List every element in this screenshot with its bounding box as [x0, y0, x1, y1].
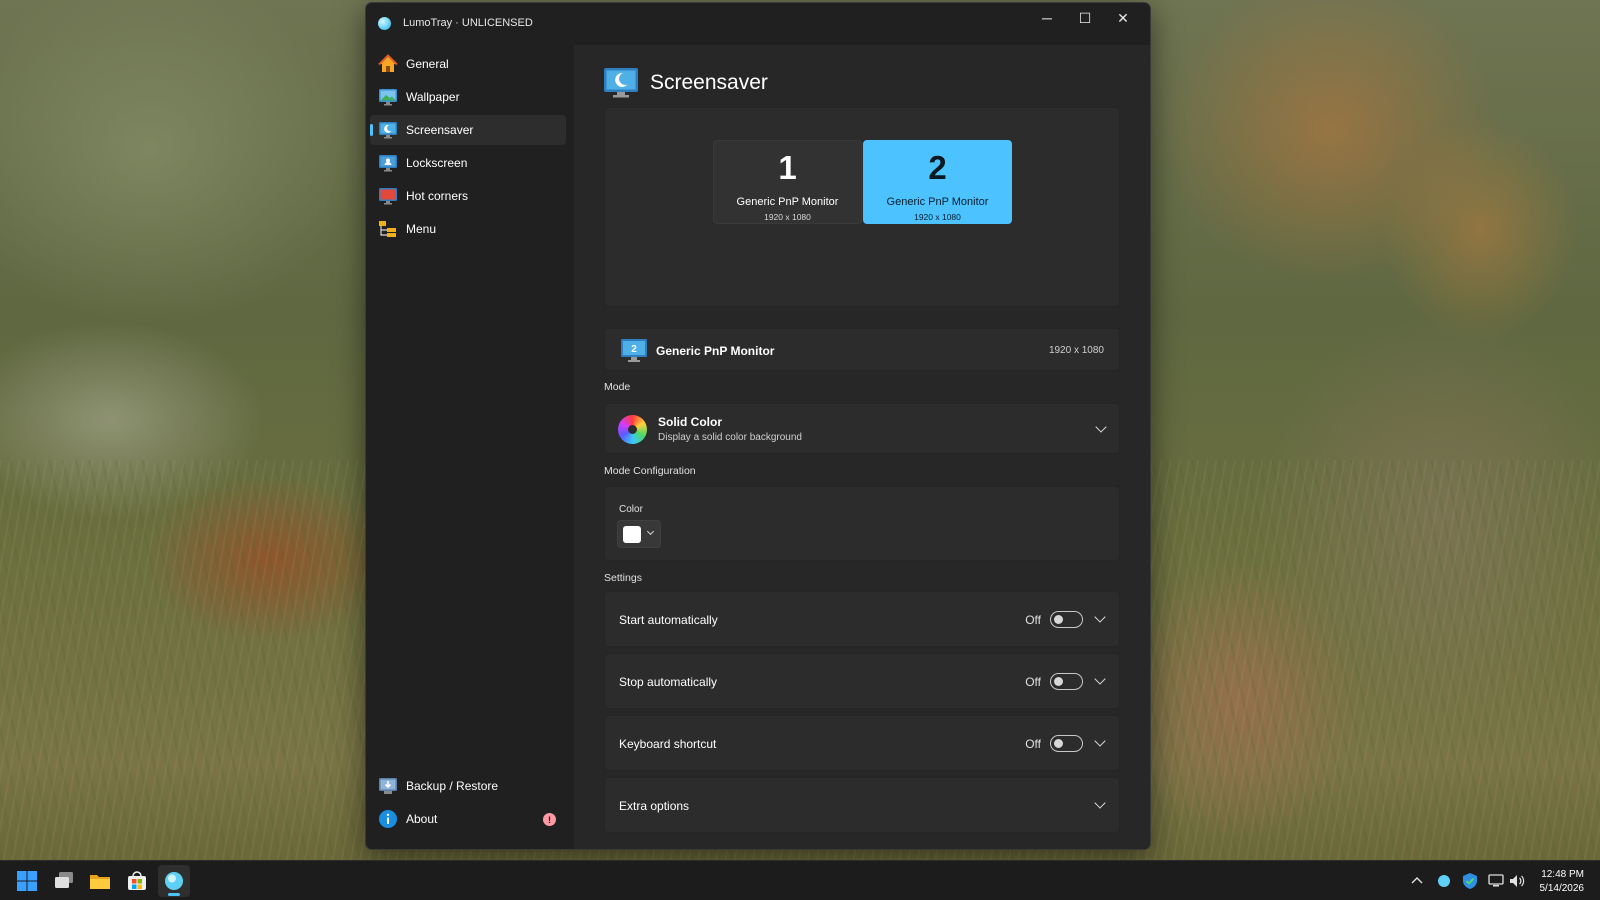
sidebar-item-about[interactable]: About ! — [370, 804, 566, 834]
minimize-button[interactable]: ─ — [1028, 3, 1066, 33]
volume-icon[interactable] — [1508, 872, 1526, 890]
toggle-knob — [1054, 615, 1063, 624]
hot-corners-icon — [379, 188, 397, 205]
toggle-knob — [1054, 739, 1063, 748]
mode-configuration-card: Color — [604, 486, 1120, 561]
monitor-name: Generic PnP Monitor — [886, 196, 989, 208]
settings-section-label: Settings — [604, 572, 642, 584]
lumotray-tray-icon[interactable] — [1435, 872, 1453, 890]
app-window: LumoTray · UNLICENSED ─ ☐ ✕ General Wall… — [365, 2, 1151, 850]
network-icon[interactable] — [1487, 872, 1505, 890]
color-swatch — [623, 526, 641, 543]
setting-state: Off — [1025, 613, 1041, 627]
monitor-2-tile[interactable]: 2 Generic PnP Monitor 1920 x 1080 — [863, 140, 1012, 224]
chevron-down-icon[interactable] — [1094, 611, 1106, 623]
monitor-resolution: 1920 x 1080 — [914, 212, 961, 222]
color-picker-button[interactable] — [617, 520, 661, 548]
setting-label: Stop automatically — [619, 675, 718, 689]
setting-start-automatically[interactable]: Start automatically Off — [604, 591, 1120, 647]
main-content: Screensaver 1 Generic PnP Monitor 1920 x… — [574, 45, 1150, 849]
sidebar-item-hot-corners[interactable]: Hot corners — [370, 181, 566, 211]
sidebar-item-label: Lockscreen — [406, 156, 468, 170]
chevron-down-icon — [1095, 421, 1107, 433]
system-clock[interactable]: 12:48 PM 5/14/2026 — [1540, 868, 1585, 896]
sidebar-item-backup-restore[interactable]: Backup / Restore — [370, 771, 566, 801]
keyboard-shortcut-toggle[interactable] — [1050, 735, 1083, 752]
monitor-number: 1 — [778, 149, 797, 186]
wallpaper-icon — [379, 89, 397, 106]
mode-config-section-label: Mode Configuration — [604, 465, 696, 477]
selected-monitor-resolution: 1920 x 1080 — [1048, 345, 1104, 356]
color-label: Color — [619, 504, 643, 515]
selected-monitor-number: 2 — [631, 344, 637, 355]
lumotray-icon — [165, 872, 183, 890]
window-title: LumoTray · UNLICENSED — [403, 17, 533, 29]
monitor-number: 2 — [928, 149, 947, 186]
notification-badge: ! — [543, 813, 556, 826]
mode-description: Display a solid color background — [658, 432, 802, 443]
screensaver-icon — [379, 122, 397, 139]
maximize-button[interactable]: ☐ — [1066, 3, 1104, 33]
monitor-layout-panel: 1 Generic PnP Monitor 1920 x 1080 2 Gene… — [604, 107, 1120, 307]
sidebar-item-label: About — [406, 812, 438, 826]
chevron-up-icon[interactable] — [1408, 872, 1426, 890]
sidebar-item-menu[interactable]: Menu — [370, 214, 566, 244]
sidebar-item-wallpaper[interactable]: Wallpaper — [370, 82, 566, 112]
taskbar: 12:48 PM 5/14/2026 — [0, 860, 1600, 900]
lockscreen-icon — [379, 155, 397, 172]
task-view-icon[interactable] — [53, 870, 75, 892]
store-icon[interactable] — [126, 870, 148, 892]
menu-icon — [379, 221, 396, 237]
sidebar-item-lockscreen[interactable]: Lockscreen — [370, 148, 566, 178]
setting-stop-automatically[interactable]: Stop automatically Off — [604, 653, 1120, 709]
info-icon — [379, 810, 397, 828]
sidebar-item-label: Hot corners — [406, 189, 469, 203]
sidebar-item-label: Backup / Restore — [406, 779, 499, 793]
monitor-resolution: 1920 x 1080 — [764, 212, 811, 222]
stop-automatically-toggle[interactable] — [1050, 673, 1083, 690]
backup-icon — [379, 778, 397, 794]
sidebar-item-label: Wallpaper — [406, 90, 460, 104]
sidebar-item-label: Screensaver — [406, 123, 474, 137]
chevron-down-icon — [646, 527, 655, 536]
setting-state: Off — [1025, 675, 1041, 689]
setting-label: Keyboard shortcut — [619, 737, 717, 751]
close-button[interactable]: ✕ — [1104, 3, 1142, 33]
sidebar: General Wallpaper Screensaver Lockscreen… — [366, 45, 574, 849]
color-wheel-icon — [618, 415, 647, 444]
lumotray-taskbar-button[interactable] — [158, 865, 190, 897]
sidebar-item-label: General — [406, 57, 449, 71]
mode-dropdown[interactable]: Solid Color Display a solid color backgr… — [604, 403, 1120, 454]
toggle-knob — [1054, 677, 1063, 686]
sidebar-item-label: Menu — [406, 222, 437, 236]
start-automatically-toggle[interactable] — [1050, 611, 1083, 628]
sidebar-item-screensaver[interactable]: Screensaver — [370, 115, 566, 145]
clock-date: 5/14/2026 — [1539, 883, 1585, 894]
setting-state: Off — [1025, 737, 1041, 751]
security-icon[interactable] — [1461, 872, 1479, 890]
page-title: Screensaver — [650, 71, 768, 94]
monitor-icon: 2 — [621, 339, 647, 362]
selected-monitor-name: Generic PnP Monitor — [656, 344, 775, 358]
monitor-1-tile[interactable]: 1 Generic PnP Monitor 1920 x 1080 — [713, 140, 862, 224]
monitor-name: Generic PnP Monitor — [736, 196, 839, 208]
setting-extra-options[interactable]: Extra options — [604, 777, 1120, 833]
file-explorer-icon[interactable] — [89, 870, 111, 892]
clock-time: 12:48 PM — [1541, 869, 1584, 880]
screensaver-page-icon — [604, 68, 638, 98]
chevron-down-icon[interactable] — [1094, 673, 1106, 685]
start-icon[interactable] — [16, 870, 38, 892]
mode-title: Solid Color — [658, 415, 722, 429]
chevron-down-icon[interactable] — [1094, 735, 1106, 747]
app-logo-icon — [378, 17, 391, 30]
setting-label: Extra options — [619, 799, 690, 813]
sidebar-item-general[interactable]: General — [370, 49, 566, 79]
chevron-down-icon[interactable] — [1094, 797, 1106, 809]
home-icon — [378, 54, 398, 72]
mode-section-label: Mode — [604, 381, 631, 393]
title-bar[interactable]: LumoTray · UNLICENSED ─ ☐ ✕ — [366, 3, 1150, 45]
setting-keyboard-shortcut[interactable]: Keyboard shortcut Off — [604, 715, 1120, 771]
selected-monitor-card: 2 Generic PnP Monitor 1920 x 1080 — [604, 328, 1120, 371]
setting-label: Start automatically — [619, 613, 718, 627]
